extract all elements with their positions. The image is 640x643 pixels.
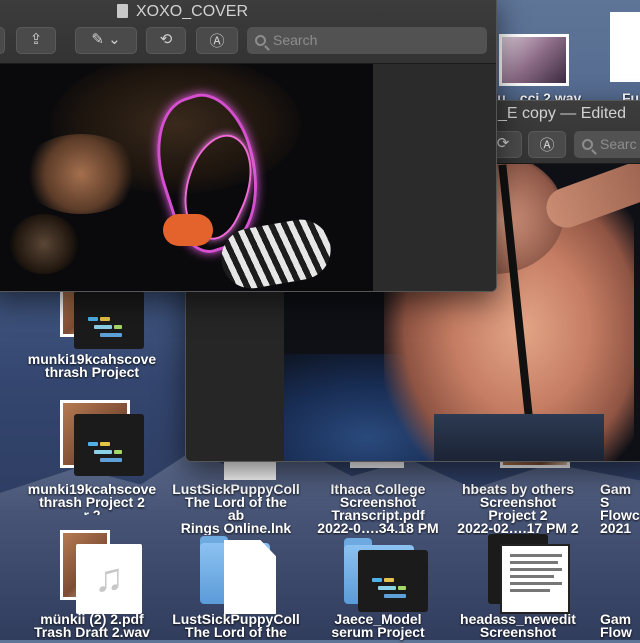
cover-photo <box>0 64 373 291</box>
share-button[interactable]: ⇪ <box>16 27 56 54</box>
project-icon <box>358 550 428 612</box>
search-icon <box>582 139 593 150</box>
desktop-icon[interactable]: munki19kcahscove thrash Project <box>22 285 162 385</box>
desktop-icon-label: hbeats by others Screenshot Project 2 20… <box>457 483 579 535</box>
annotate-button[interactable]: Ⓐ <box>528 131 566 158</box>
desktop-icon-label: münkii (2) 2.pdf Trash Draft 2.wav <box>34 613 150 640</box>
desktop-icon[interactable]: ♫ münkii (2) 2.pdf Trash Draft 2.wav <box>22 530 162 640</box>
document-thumbnail <box>500 544 570 614</box>
desktop-icon[interactable]: Gam Flow <box>596 530 640 640</box>
desktop-icon-label: munki19kcahscove thrash Project <box>27 353 157 379</box>
search-placeholder: Searc <box>600 136 637 152</box>
desktop-icon-label: Jaece_Model serum Project <box>331 613 425 640</box>
project-icon <box>74 414 144 476</box>
desktop-icon[interactable]: headass_newedit Screenshot <box>448 530 588 640</box>
desktop-icon[interactable]: hbeats by others Screenshot Project 2 20… <box>448 458 588 535</box>
desktop-icon[interactable]: Gam S Flowc 2021 <box>596 458 640 535</box>
annotate-icon: Ⓐ <box>539 137 555 154</box>
desktop-icon-label: LustSickPuppyColl The Lord of the ab Rin… <box>172 483 300 535</box>
desktop-icon-label: Ithaca College Screenshot Transcript.pdf… <box>317 483 439 535</box>
markup-pen-icon: ✎ ⌄ <box>91 31 121 48</box>
rotate-button[interactable]: ⟲ <box>146 27 186 54</box>
desktop-icon[interactable]: LustSickPuppyColl The Lord of the ab Rin… <box>166 458 306 535</box>
document-icon <box>117 4 128 18</box>
rotate-icon: ⟲ <box>159 31 173 48</box>
window-title: XOXO_COVER <box>136 3 249 20</box>
image-thumbnail <box>610 12 640 82</box>
annotate-icon: Ⓐ <box>209 33 225 50</box>
project-icon <box>74 291 144 349</box>
annotate-button[interactable]: Ⓐ <box>196 27 238 54</box>
desktop-icon[interactable]: LustSickPuppyColl The Lord of the <box>166 530 306 640</box>
sidebar-toggle-button[interactable] <box>0 27 5 54</box>
desktop-icon[interactable]: munki19kcahscove thrash Project 2 r 2 <box>22 400 162 515</box>
window-title: _E copy — Edited <box>498 105 627 122</box>
audio-file-icon: ♫ <box>76 544 142 614</box>
share-icon: ⇪ <box>29 31 43 48</box>
search-field[interactable]: Searc <box>574 131 640 158</box>
desktop-icon[interactable]: Ithaca College Screenshot Transcript.pdf… <box>308 458 448 535</box>
desktop-icon[interactable]: Fu <box>600 8 640 108</box>
desktop-icon-label: Gam S Flowc 2021 <box>600 483 640 535</box>
image-thumbnail <box>499 34 569 86</box>
markup-button[interactable]: ✎ ⌄ <box>75 27 137 54</box>
desktop-icon-label: LustSickPuppyColl The Lord of the <box>172 613 300 640</box>
document-thumbnail <box>224 540 276 614</box>
search-icon <box>255 35 266 46</box>
preview-window-front[interactable]: XOXO_COVER ⇪ ✎ ⌄ ⟲ Ⓐ Search <box>0 0 497 292</box>
desktop-icon-label: munki19kcahscove thrash Project 2 r 2 <box>27 483 157 515</box>
search-field[interactable]: Search <box>247 27 487 54</box>
desktop-icon[interactable]: Jaece_Model serum Project <box>308 530 448 640</box>
sidebar-right <box>373 64 496 291</box>
search-placeholder: Search <box>273 32 318 48</box>
window-titlebar[interactable]: XOXO_COVER ⇪ ✎ ⌄ ⟲ Ⓐ Search <box>0 0 496 64</box>
desktop-icon-label: headass_newedit Screenshot <box>460 613 576 640</box>
desktop-icon-label: Gam Flow <box>600 613 632 640</box>
